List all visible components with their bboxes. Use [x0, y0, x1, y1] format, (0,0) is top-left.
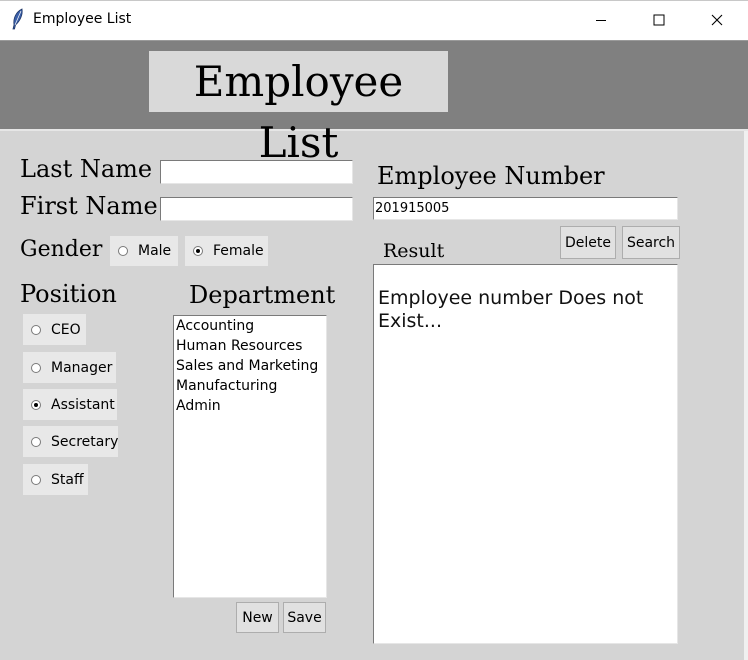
- department-item[interactable]: Manufacturing: [174, 376, 326, 396]
- radio-label: Manager: [51, 359, 113, 376]
- department-item[interactable]: Sales and Marketing: [174, 356, 326, 376]
- department-item[interactable]: Human Resources: [174, 336, 326, 356]
- search-button[interactable]: Search: [622, 226, 680, 259]
- maximize-button[interactable]: [636, 0, 682, 40]
- radio-indicator: [31, 399, 41, 410]
- last-name-label: Last Name: [20, 155, 153, 183]
- position-secretary-radio[interactable]: Secretary: [23, 426, 118, 457]
- employee-number-field[interactable]: [373, 197, 678, 220]
- position-label: Position: [20, 280, 117, 308]
- new-button[interactable]: New: [236, 602, 279, 633]
- radio-indicator: [31, 436, 41, 447]
- radio-indicator: [31, 474, 41, 485]
- window-title: Employee List: [33, 11, 132, 27]
- last-name-field[interactable]: [160, 160, 353, 184]
- maximize-icon: [653, 14, 665, 26]
- gender-female-radio[interactable]: Female: [185, 236, 268, 266]
- gender-label: Gender: [20, 237, 103, 262]
- result-textbox[interactable]: Employee number Does not Exist...: [373, 264, 678, 644]
- save-button[interactable]: Save: [283, 602, 326, 633]
- radio-indicator: [193, 246, 203, 256]
- department-item[interactable]: Admin: [174, 396, 326, 416]
- radio-label: Staff: [51, 471, 84, 488]
- radio-label: Secretary: [51, 433, 119, 450]
- close-button[interactable]: [694, 0, 740, 40]
- employee-number-label: Employee Number: [377, 162, 605, 190]
- radio-label: Assistant: [51, 396, 115, 413]
- department-item[interactable]: Accounting: [174, 316, 326, 336]
- frame-edge: [744, 131, 748, 660]
- radio-label: CEO: [51, 321, 81, 338]
- position-staff-radio[interactable]: Staff: [23, 464, 88, 495]
- radio-label: Male: [138, 243, 172, 259]
- radio-indicator: [31, 362, 41, 373]
- minimize-icon: [596, 20, 606, 21]
- feather-icon: [12, 8, 23, 30]
- radio-label: Female: [213, 243, 264, 259]
- minimize-button[interactable]: [578, 0, 624, 40]
- position-assistant-radio[interactable]: Assistant: [23, 389, 117, 420]
- department-listbox[interactable]: Accounting Human Resources Sales and Mar…: [173, 315, 327, 598]
- radio-indicator: [31, 324, 41, 335]
- close-icon: [711, 14, 723, 26]
- department-label: Department: [189, 281, 336, 309]
- delete-button[interactable]: Delete: [560, 226, 616, 259]
- first-name-label: First Name: [20, 192, 158, 220]
- first-name-field[interactable]: [160, 197, 353, 221]
- page-title: Employee List: [149, 51, 448, 167]
- gender-male-radio[interactable]: Male: [110, 236, 178, 266]
- radio-indicator: [118, 246, 128, 256]
- result-message: Employee number Does not Exist...: [378, 287, 644, 332]
- result-label: Result: [383, 240, 445, 262]
- position-manager-radio[interactable]: Manager: [23, 352, 116, 383]
- position-ceo-radio[interactable]: CEO: [23, 314, 86, 345]
